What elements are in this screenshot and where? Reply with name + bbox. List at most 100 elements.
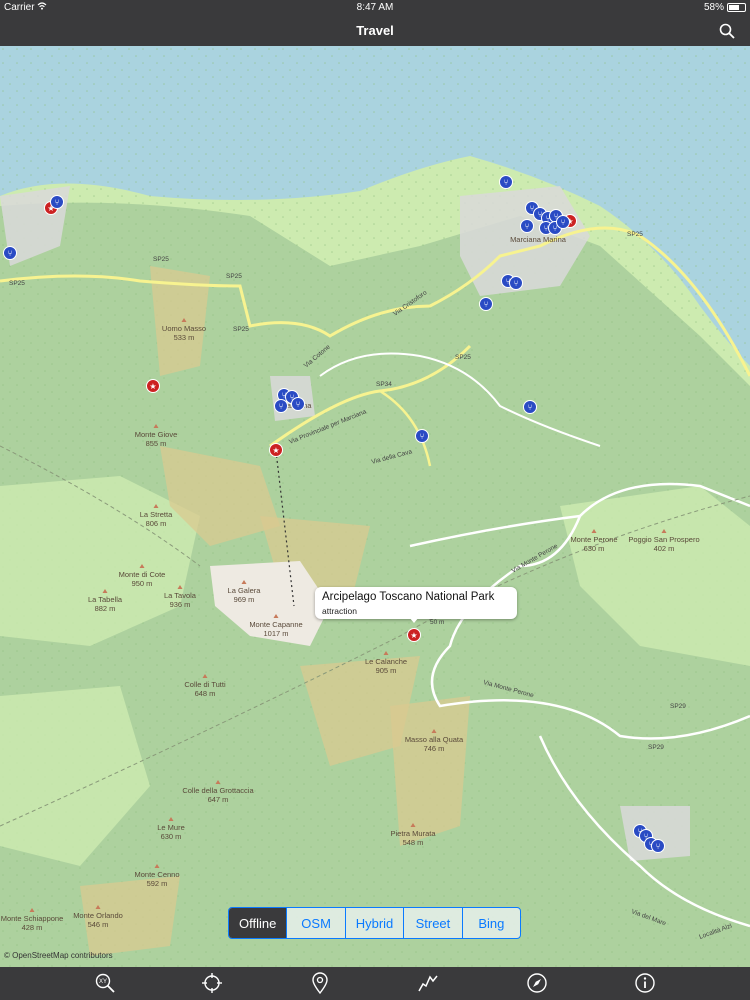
page-title: Travel xyxy=(356,23,394,38)
peak-name: Colle di Tutti xyxy=(184,680,226,689)
peak-name: Le Calanche xyxy=(365,657,407,666)
battery-group: 58% xyxy=(704,2,746,13)
map-pin-icon[interactable] xyxy=(309,972,331,995)
peak-elevation: 1017 m xyxy=(263,629,288,638)
restaurant-marker-icon[interactable]: ⑂ xyxy=(523,400,537,414)
layer-street[interactable]: Street xyxy=(404,908,463,938)
svg-text:★: ★ xyxy=(272,446,279,455)
peak-elevation: 855 m xyxy=(146,439,167,448)
restaurant-marker-icon[interactable]: ⑂ xyxy=(556,215,570,229)
layer-osm[interactable]: OSM xyxy=(287,908,346,938)
layer-offline[interactable]: Offline xyxy=(229,908,288,938)
peak-elevation: 806 m xyxy=(146,519,167,528)
attraction-marker-icon[interactable]: ★ xyxy=(269,443,283,457)
road-label: SP25 xyxy=(627,231,643,238)
status-bar: Carrier 8:47 AM 58% xyxy=(0,0,750,16)
restaurant-marker-icon[interactable]: ⑂ xyxy=(415,429,429,443)
peak-elevation: 905 m xyxy=(376,666,397,675)
locate-crosshair-icon[interactable] xyxy=(201,972,223,994)
peak-elevation: 546 m xyxy=(88,920,109,929)
restaurant-marker-icon[interactable]: ⑂ xyxy=(651,839,665,853)
attraction-marker-icon[interactable]: ★ xyxy=(146,379,160,393)
svg-text:⑂: ⑂ xyxy=(553,224,558,233)
svg-text:⑂: ⑂ xyxy=(561,218,566,227)
scrub-area xyxy=(390,696,470,846)
urban-area xyxy=(620,806,690,861)
peak-name: Monte Cenno xyxy=(134,870,179,879)
peak-name: Pietra Murata xyxy=(390,829,436,838)
peak-name: Monte Orlando xyxy=(73,911,123,920)
compass-icon[interactable] xyxy=(526,972,548,994)
road-label: SP25 xyxy=(233,326,249,333)
svg-text:⑂: ⑂ xyxy=(656,842,661,851)
clock: 8:47 AM xyxy=(356,2,394,13)
restaurant-marker-icon[interactable]: ⑂ xyxy=(479,297,493,311)
search-icon[interactable] xyxy=(718,22,736,40)
road-label: SP25 xyxy=(455,354,471,361)
road-label: SP34 xyxy=(376,381,392,388)
layer-bing[interactable]: Bing xyxy=(463,908,520,938)
peak-elevation: 402 m xyxy=(654,544,675,553)
bottom-toolbar: XY xyxy=(0,967,750,1000)
peak-elevation: 647 m xyxy=(208,795,229,804)
restaurant-marker-icon[interactable]: ⑂ xyxy=(499,175,513,189)
peak-elevation: 428 m xyxy=(22,923,43,932)
restaurant-marker-icon[interactable]: ⑂ xyxy=(3,246,17,260)
place-label: Marciana Marina xyxy=(510,235,567,244)
svg-text:XY: XY xyxy=(99,979,107,985)
road-label: SP29 xyxy=(648,744,664,751)
map-view[interactable]: Uomo Masso 533 m Monte Giove 855 m La Strett… xyxy=(0,46,750,967)
peak-name: Monte Capanne xyxy=(249,620,302,629)
restaurant-marker-icon[interactable]: ⑂ xyxy=(520,219,534,233)
restaurant-marker-icon[interactable]: ⑂ xyxy=(291,397,305,411)
layer-hybrid[interactable]: Hybrid xyxy=(346,908,405,938)
peak-name: La Stretta xyxy=(140,510,173,519)
road-label: SP25 xyxy=(153,256,169,263)
peak-elevation: 630 m xyxy=(584,544,605,553)
battery-icon xyxy=(727,3,746,12)
svg-text:⑂: ⑂ xyxy=(525,222,530,231)
svg-text:★: ★ xyxy=(149,382,156,391)
svg-text:⑂: ⑂ xyxy=(504,178,509,187)
peak-elevation: 630 m xyxy=(161,832,182,841)
callout-subtitle: attraction xyxy=(322,606,357,616)
svg-text:⑂: ⑂ xyxy=(528,403,533,412)
peak-elevation: 882 m xyxy=(95,604,116,613)
peak-name: La Tavola xyxy=(164,591,197,600)
restaurant-marker-icon[interactable]: ⑂ xyxy=(50,195,64,209)
attraction-marker-icon[interactable]: ★ xyxy=(407,628,421,642)
svg-text:⑂: ⑂ xyxy=(8,249,13,258)
peak-elevation: 533 m xyxy=(174,333,195,342)
peak-name: Uomo Masso xyxy=(162,324,206,333)
battery-percent: 58% xyxy=(703,2,724,13)
svg-text:⑂: ⑂ xyxy=(279,402,284,411)
svg-text:⑂: ⑂ xyxy=(296,400,301,409)
route-icon[interactable] xyxy=(417,972,439,994)
peak-elevation: 950 m xyxy=(132,579,153,588)
peak-elevation: 592 m xyxy=(147,879,168,888)
svg-text:⑂: ⑂ xyxy=(484,300,489,309)
restaurant-marker-icon[interactable]: ⑂ xyxy=(274,399,288,413)
peak-elevation: 936 m xyxy=(170,600,191,609)
restaurant-marker-icon[interactable]: ⑂ xyxy=(509,276,523,290)
poi-callout[interactable]: Arcipelago Toscano National Park attract… xyxy=(315,587,517,623)
peak-name: Le Mure xyxy=(157,823,185,832)
peak-elevation: 746 m xyxy=(424,744,445,753)
layer-switcher: Offline OSM Hybrid Street Bing xyxy=(228,907,521,939)
svg-text:⑂: ⑂ xyxy=(55,198,60,207)
callout-pointer xyxy=(409,617,419,623)
distance-label: 50 m xyxy=(430,619,444,626)
navigation-bar: Travel xyxy=(0,16,750,46)
peak-name: Monte Schiappone xyxy=(1,914,64,923)
road-label: SP25 xyxy=(9,280,25,287)
svg-text:★: ★ xyxy=(410,631,417,640)
info-icon[interactable] xyxy=(634,972,656,994)
callout-title: Arcipelago Toscano National Park xyxy=(322,591,495,603)
peak-name: La Galera xyxy=(228,586,262,595)
road-label: SP29 xyxy=(670,703,686,710)
xy-search-icon[interactable]: XY xyxy=(94,972,116,994)
peak-name: La Tabella xyxy=(88,595,123,604)
peak-elevation: 648 m xyxy=(195,689,216,698)
svg-text:⑂: ⑂ xyxy=(514,279,519,288)
peak-name: Monte Perone xyxy=(570,535,617,544)
